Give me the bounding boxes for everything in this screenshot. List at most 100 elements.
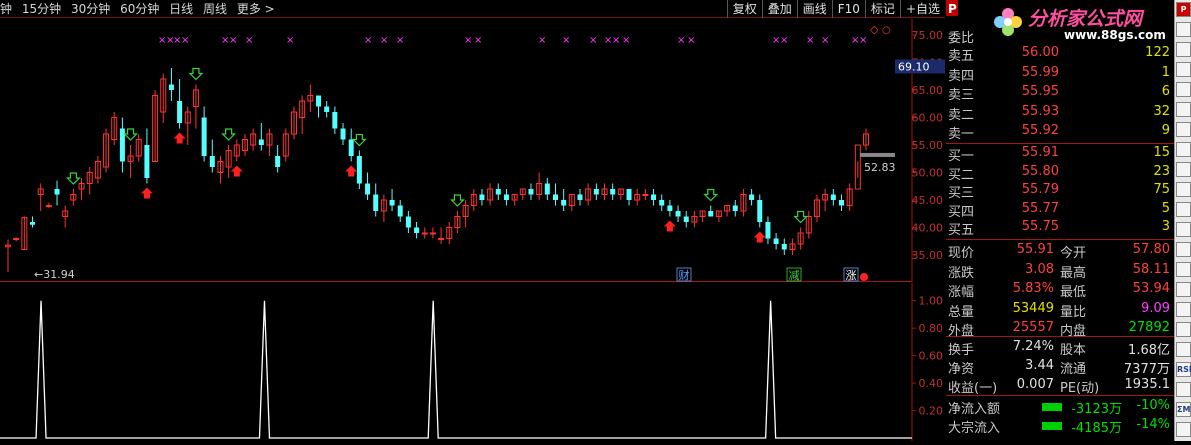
sidebar-button-1[interactable] — [1176, 22, 1191, 37]
sidebar-button-17[interactable] — [1176, 342, 1191, 357]
ask-price: 55.93 — [1021, 103, 1059, 119]
last-price-label: 52.83 — [864, 161, 896, 174]
fund-label: 收益(一) — [948, 381, 998, 396]
candle-body — [168, 84, 174, 90]
candle-body — [626, 189, 632, 200]
signal-x-mark: × — [286, 35, 294, 46]
sidebar-sum-button[interactable]: ΣM — [1176, 402, 1191, 417]
restore-rights-button[interactable]: 复权 — [726, 0, 762, 18]
flow-label: 大宗流入 — [948, 421, 1001, 436]
sidebar-button-19[interactable] — [1176, 382, 1191, 397]
price-tick-label: 55.00 — [912, 139, 944, 152]
signal-x-mark: × — [859, 35, 867, 46]
tab-period-more[interactable]: 更多 > — [237, 2, 275, 16]
price-tick-label: 50.00 — [912, 167, 944, 180]
sidebar-button-15[interactable] — [1176, 302, 1191, 317]
sidebar-button-21[interactable] — [1176, 422, 1191, 437]
candle-body — [414, 227, 420, 233]
signal-x-mark: × — [181, 35, 189, 46]
ask-volume: 6 — [1161, 84, 1170, 99]
stat-label: 今开 — [1060, 246, 1087, 261]
ask-row: 卖五 56.00 122 — [948, 45, 1174, 64]
signal-x-mark: × — [538, 35, 546, 46]
sidebar-rsi-button[interactable]: RSI — [1176, 362, 1191, 377]
candle-body — [544, 183, 550, 195]
candle-body — [528, 189, 534, 195]
fund-label: 股本 — [1060, 343, 1087, 358]
ask-level-label: 卖一 — [948, 127, 975, 142]
fund-label: 换手 — [948, 343, 975, 358]
sidebar-p-button[interactable]: P — [1176, 2, 1191, 17]
ask-row: 卖二 55.93 32 — [948, 103, 1174, 123]
stat-row: 涨跌 3.08 最高 58.11 — [948, 261, 1174, 281]
stat-value: 58.11 — [1132, 261, 1170, 277]
candle-body — [324, 106, 330, 112]
fund-value: 1935.1 — [1124, 377, 1171, 392]
ask-level-label: 卖三 — [948, 88, 975, 103]
bid-row: 买一 55.91 15 — [948, 145, 1174, 164]
bid-volume: 3 — [1161, 219, 1170, 234]
sidebar-button-5[interactable] — [1176, 102, 1191, 117]
price-tick-label: 65.00 — [912, 84, 944, 97]
sidebar-button-13[interactable] — [1176, 262, 1191, 277]
sidebar-button-12[interactable] — [1176, 242, 1191, 257]
event-dot-icon — [860, 273, 868, 281]
sidebar-button-3[interactable] — [1176, 62, 1191, 77]
event-label: 涨 — [846, 269, 857, 282]
fund-row: 换手 7.24% 股本 1.68亿 — [948, 339, 1174, 358]
sidebar-button-6[interactable] — [1176, 122, 1191, 137]
candle-body — [675, 211, 681, 217]
fund-value: 0.007 — [1016, 377, 1054, 392]
indicator-chart[interactable]: 1.00 0.80 0.60 0.40 0.20 — [0, 283, 945, 441]
candle-body — [258, 139, 264, 145]
stat-value: 53.94 — [1132, 281, 1170, 296]
last-price-bar — [860, 152, 895, 157]
tab-period-day[interactable]: 日线 — [169, 2, 193, 16]
kline-panel[interactable]: 75.0070.0065.0060.0055.0050.0045.0040.00… — [0, 19, 945, 282]
signal-x-mark: × — [821, 35, 829, 46]
flow-bar — [1042, 403, 1062, 411]
f10-button[interactable]: F10 — [831, 0, 865, 18]
indicator-tick-label: 0.40 — [919, 377, 944, 390]
sidebar-button-8[interactable] — [1176, 162, 1191, 177]
flow-percent: -14% — [1136, 417, 1170, 432]
candle-body — [552, 194, 558, 200]
ask-volume: 32 — [1153, 103, 1170, 119]
sidebar-button-4[interactable] — [1176, 82, 1191, 97]
candlestick-chart[interactable]: 75.0070.0065.0060.0055.0050.0045.0040.00… — [0, 19, 945, 282]
tab-period-week[interactable]: 周线 — [203, 2, 227, 16]
tab-period-15min[interactable]: 15分钟 — [22, 2, 61, 16]
bid-level-label: 买一 — [948, 149, 975, 164]
tab-period-30min[interactable]: 30分钟 — [71, 2, 110, 16]
price-tick-label: 40.00 — [912, 222, 944, 235]
candle-body — [651, 194, 657, 200]
stat-row: 现价 55.91 今开 57.80 — [948, 242, 1174, 261]
current-price-label: 69.10 — [898, 60, 930, 73]
sidebar-button-11[interactable] — [1176, 222, 1191, 237]
candle-body — [421, 232, 428, 235]
sidebar-button-9[interactable] — [1176, 182, 1191, 197]
candle-body — [708, 211, 714, 217]
candle-body — [397, 205, 403, 217]
bid-price: 55.79 — [1021, 182, 1059, 197]
sidebar-button-7[interactable] — [1176, 142, 1191, 157]
tab-period-min[interactable]: 钟 — [0, 2, 12, 16]
fund-label: 净资 — [948, 362, 975, 377]
tab-period-60min[interactable]: 60分钟 — [120, 2, 159, 16]
stat-value: 55.91 — [1016, 242, 1054, 257]
sidebar-button-10[interactable] — [1176, 202, 1191, 217]
candle-body — [438, 238, 445, 240]
mark-button[interactable]: 标记 — [864, 0, 900, 18]
overlay-button[interactable]: 叠加 — [761, 0, 797, 18]
candle-body — [732, 205, 738, 211]
stat-value: 27892 — [1128, 320, 1170, 335]
sidebar-button-2[interactable] — [1176, 42, 1191, 57]
draw-line-button[interactable]: 画线 — [796, 0, 832, 18]
sidebar-button-14[interactable] — [1176, 282, 1191, 297]
candle-body — [830, 194, 836, 200]
stat-value: 25557 — [1012, 320, 1054, 335]
add-watchlist-button[interactable]: +自选 — [899, 0, 945, 18]
indicator-panel[interactable]: 1.00 0.80 0.60 0.40 0.20 — [0, 283, 945, 441]
sidebar-button-16[interactable] — [1176, 322, 1191, 337]
candle-body — [659, 200, 665, 206]
